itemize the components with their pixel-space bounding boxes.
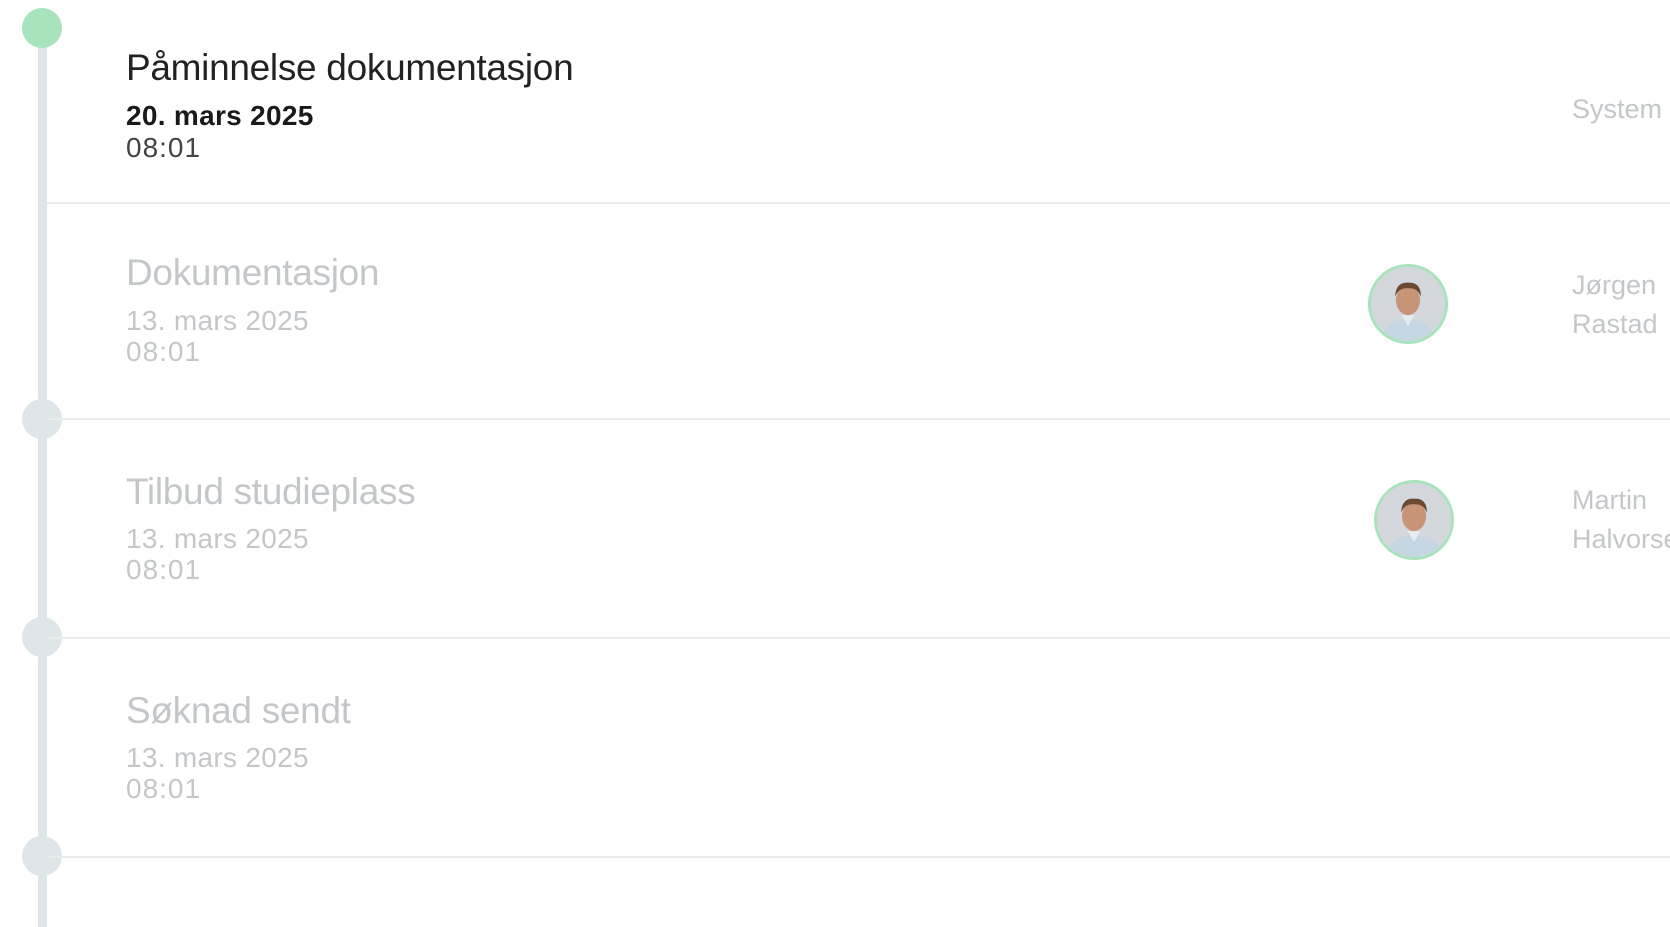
actor-name-line: Martin <box>1572 485 1648 515</box>
timeline-event[interactable]: Påminnelse dokumentasjon 20. mars 2025 0… <box>47 0 1670 204</box>
timeline-event[interactable]: Tilbud studieplass 13. mars 2025 08:01 M… <box>47 420 1670 639</box>
event-title: Dokumentasjon <box>126 252 380 293</box>
actor-name-line: Halvorse <box>1572 524 1670 554</box>
event-title: Søknad sendt <box>126 690 351 731</box>
user-avatar <box>1368 264 1448 344</box>
person-photo-avatar-icon <box>1377 483 1451 557</box>
event-date: 13. mars 2025 <box>126 523 309 554</box>
timeline-track <box>38 28 47 927</box>
event-actor-name: Jørgen Rastad <box>1572 266 1658 344</box>
actor-name-line: System <box>1572 94 1663 124</box>
event-title: Tilbud studieplass <box>126 471 416 512</box>
event-time: 08:01 <box>126 554 202 585</box>
event-actor-name: Martin Halvorse <box>1572 481 1670 559</box>
actor-name-line: Jørgen <box>1572 270 1657 300</box>
user-avatar <box>1374 480 1454 560</box>
timeline-event[interactable]: Søknad sendt 13. mars 2025 08:01 <box>47 639 1670 858</box>
actor-name-line: Rastad <box>1572 309 1658 339</box>
event-timeline: Påminnelse dokumentasjon 20. mars 2025 0… <box>0 0 1670 927</box>
event-time: 08:01 <box>126 132 202 163</box>
event-time: 08:01 <box>126 336 202 367</box>
person-photo-avatar-icon <box>1371 267 1445 341</box>
timeline-event[interactable]: Dokumentasjon 13. mars 2025 08:01 Jørgen… <box>47 204 1670 420</box>
event-time: 08:01 <box>126 773 202 804</box>
event-title: Påminnelse dokumentasjon <box>126 47 574 88</box>
event-date: 20. mars 2025 <box>126 100 314 131</box>
event-date: 13. mars 2025 <box>126 742 309 773</box>
event-date: 13. mars 2025 <box>126 305 309 336</box>
event-actor-name: System <box>1572 90 1662 129</box>
